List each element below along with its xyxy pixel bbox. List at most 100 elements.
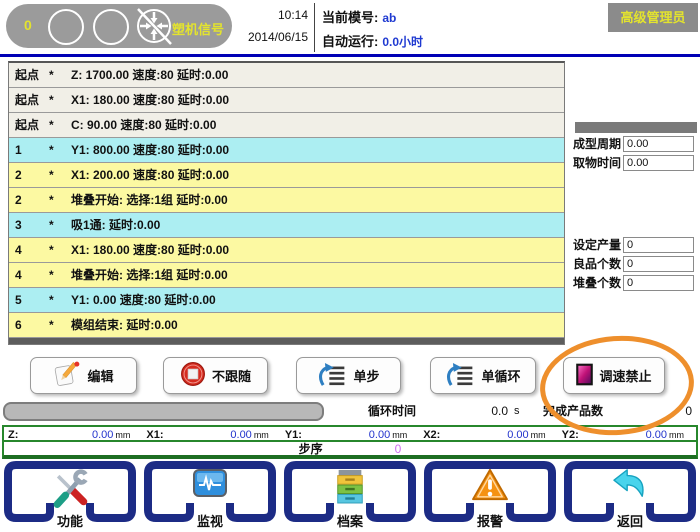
stack-count-value[interactable]: 0 xyxy=(623,275,694,291)
row-marker: * xyxy=(49,288,71,312)
no-follow-button-label: 不跟随 xyxy=(212,366,251,385)
axis-x2: X2:0.00mm xyxy=(419,429,557,441)
row-marker: * xyxy=(49,138,71,162)
nav-monitor-button[interactable]: 监视 xyxy=(142,461,278,531)
alarm-icon xyxy=(422,468,558,507)
row-number: 1 xyxy=(15,138,49,162)
axis-label: X2: xyxy=(423,429,440,441)
back-arrow-icon xyxy=(562,468,698,505)
single-step-button-label: 单步 xyxy=(353,366,379,385)
axis-y2: Y2:0.00mm xyxy=(558,429,696,441)
axis-y1: Y1:0.00mm xyxy=(281,429,419,441)
row-number: 3 xyxy=(15,213,49,237)
current-mold-row: 当前模号: ab xyxy=(322,7,396,26)
row-text: 堆叠开始: 选择:1组 延时:0.00 xyxy=(71,188,564,212)
row-number: 6 xyxy=(15,313,49,337)
row-marker: * xyxy=(49,88,71,112)
row-text: 堆叠开始: 选择:1组 延时:0.00 xyxy=(71,263,564,287)
step-sequence-bar: 步序 0 xyxy=(2,440,698,459)
axis-value: 0.00 xyxy=(230,429,251,441)
speed-lock-icon xyxy=(576,363,593,389)
axis-value: 0.00 xyxy=(92,429,113,441)
row-marker: * xyxy=(49,113,71,137)
current-mold-value: ab xyxy=(382,11,396,25)
row-text: Y1: 0.00 速度:80 延时:0.00 xyxy=(71,288,564,312)
axis-z: Z:0.00mm xyxy=(4,429,142,441)
single-step-button[interactable]: 单步 xyxy=(296,357,401,394)
cycle-time-label: 循环时间 xyxy=(368,404,416,419)
finished-count-label: 完成产品数 xyxy=(543,404,603,419)
user-role-badge[interactable]: 高级管理员 xyxy=(608,3,698,32)
signal-lamp-icon xyxy=(48,9,84,45)
progress-bar xyxy=(3,402,324,421)
cycle-time-unit: s xyxy=(514,404,520,419)
signal-count: 0 xyxy=(24,17,32,33)
tools-icon xyxy=(2,468,138,513)
clock-date: 2014/06/15 xyxy=(226,30,308,44)
row-text: 吸1通: 延时:0.00 xyxy=(71,213,564,237)
row-text: X1: 180.00 速度:80 延时:0.00 xyxy=(71,88,564,112)
axis-unit: mm xyxy=(115,430,130,440)
program-row[interactable]: 5*Y1: 0.00 速度:80 延时:0.00 xyxy=(9,288,564,313)
program-row[interactable]: 4*X1: 180.00 速度:80 延时:0.00 xyxy=(9,238,564,263)
row-number: 起点 xyxy=(15,88,49,112)
machine-signal-panel: 0 塑机信号 xyxy=(6,4,232,48)
program-row[interactable]: 3*吸1通: 延时:0.00 xyxy=(9,213,564,238)
row-marker: * xyxy=(49,188,71,212)
row-marker: * xyxy=(49,238,71,262)
header-divider xyxy=(314,3,315,52)
axis-value: 0.00 xyxy=(646,429,667,441)
row-number: 4 xyxy=(15,263,49,287)
no-follow-button[interactable]: 不跟随 xyxy=(163,357,268,394)
program-row[interactable]: 起点*C: 90.00 速度:80 延时:0.00 xyxy=(9,113,564,138)
row-number: 起点 xyxy=(15,63,49,87)
pick-time-value[interactable]: 0.00 xyxy=(623,155,694,171)
panel-divider-bar xyxy=(575,122,697,133)
row-number: 4 xyxy=(15,238,49,262)
single-cycle-button-label: 单循环 xyxy=(481,366,520,385)
step-arrow-list-icon xyxy=(317,362,347,390)
cycle-arrow-list-icon xyxy=(445,362,475,390)
target-output-value[interactable]: 0 xyxy=(623,237,694,253)
row-text: X1: 180.00 速度:80 延时:0.00 xyxy=(71,238,564,262)
good-count-value[interactable]: 0 xyxy=(623,256,694,272)
signal-converge-disabled-icon xyxy=(134,6,174,51)
machine-hmi-screen: 0 塑机信号 10:14 2014/06/15 当前模号: ab 自动运行: 0.0… xyxy=(0,0,700,532)
axis-unit: mm xyxy=(254,430,269,440)
nav-files-button[interactable]: 档案 xyxy=(282,461,418,531)
stack-count-label: 堆叠个数 xyxy=(573,275,621,291)
monitor-icon xyxy=(142,468,278,503)
autorun-label: 自动运行: xyxy=(322,34,378,49)
clock-time: 10:14 xyxy=(236,8,308,22)
stop-circle-icon xyxy=(180,361,206,390)
program-row[interactable]: 4*堆叠开始: 选择:1组 延时:0.00 xyxy=(9,263,564,288)
axis-x1: X1:0.00mm xyxy=(142,429,280,441)
good-count-field: 良品个数0 xyxy=(573,256,694,272)
single-cycle-button[interactable]: 单循环 xyxy=(430,357,536,394)
program-row[interactable]: 起点*Z: 1700.00 速度:80 延时:0.00 xyxy=(9,63,564,88)
nav-back-button[interactable]: 返回 xyxy=(562,461,698,531)
program-row[interactable]: 起点*X1: 180.00 速度:80 延时:0.00 xyxy=(9,88,564,113)
nav-function-label: 功能 xyxy=(2,511,138,530)
nav-alarm-button[interactable]: 报警 xyxy=(422,461,558,531)
cycle-time-value: 0.0 xyxy=(472,404,508,419)
edit-button[interactable]: 编辑 xyxy=(30,357,137,394)
mold-cycle-value[interactable]: 0.00 xyxy=(623,136,694,152)
row-number: 2 xyxy=(15,163,49,187)
signal-lamp-icon xyxy=(93,9,129,45)
program-row[interactable]: 2*堆叠开始: 选择:1组 延时:0.00 xyxy=(9,188,564,213)
program-row[interactable]: 1*Y1: 800.00 速度:80 延时:0.00 xyxy=(9,138,564,163)
finished-count-value: 0 xyxy=(664,404,692,419)
program-row[interactable]: 6*模组结束: 延时:0.00 xyxy=(9,313,564,338)
cabinet-icon xyxy=(282,468,418,509)
current-mold-label: 当前模号: xyxy=(322,10,378,25)
list-bottom-bar xyxy=(9,338,564,344)
speed-lock-button[interactable]: 调速禁止 xyxy=(563,357,665,394)
nav-function-button[interactable]: 功能 xyxy=(2,461,138,531)
axis-unit: mm xyxy=(392,430,407,440)
good-count-label: 良品个数 xyxy=(573,256,621,272)
program-row[interactable]: 2*X1: 200.00 速度:80 延时:0.00 xyxy=(9,163,564,188)
mold-cycle-label: 成型周期 xyxy=(573,136,621,152)
row-text: C: 90.00 速度:80 延时:0.00 xyxy=(71,113,564,137)
nav-files-label: 档案 xyxy=(282,511,418,530)
